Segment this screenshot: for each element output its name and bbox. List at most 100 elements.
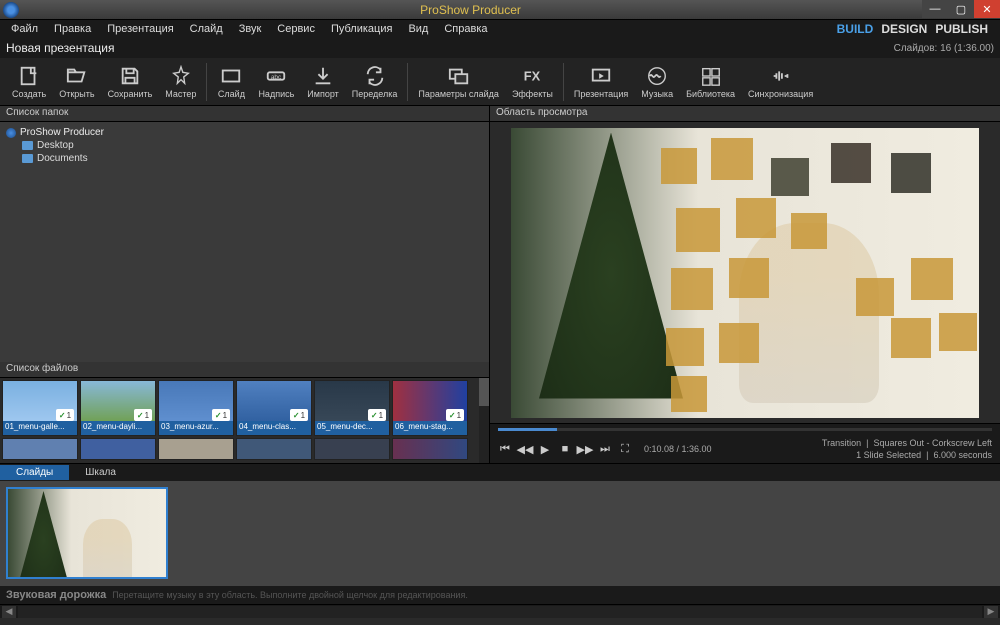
menu-service[interactable]: Сервис <box>270 22 322 36</box>
file-thumb[interactable]: ✓106_menu-stag... <box>392 380 468 436</box>
audio-track-hint: Перетащите музыку в эту область. Выполни… <box>112 590 468 600</box>
tree-root[interactable]: ProShow Producer <box>6 126 483 139</box>
audio-track-label: Звуковая дорожка <box>6 589 106 601</box>
tool-show[interactable]: Презентация <box>568 63 634 101</box>
tool-wizard[interactable]: Мастер <box>159 63 202 101</box>
toolbar-separator <box>563 63 564 101</box>
show-icon <box>590 65 612 87</box>
menu-slide[interactable]: Слайд <box>183 22 230 36</box>
file-thumb[interactable]: ✓101_menu-galle... <box>2 380 78 436</box>
folder-tree[interactable]: ProShow Producer Desktop Documents <box>0 122 489 362</box>
tab-slides[interactable]: Слайды <box>0 465 69 480</box>
menu-help[interactable]: Справка <box>437 22 494 36</box>
file-thumb[interactable] <box>392 438 468 460</box>
menu-view[interactable]: Вид <box>401 22 435 36</box>
tool-slide[interactable]: Слайд <box>211 63 251 101</box>
skip-end-button[interactable]: ⏭ <box>598 442 612 456</box>
open-icon <box>66 65 88 87</box>
mode-design-tab[interactable]: DESIGN <box>881 22 927 36</box>
prev-button[interactable]: ◀◀ <box>518 442 532 456</box>
tool-music[interactable]: Музыка <box>635 63 679 101</box>
slide-timeline[interactable] <box>0 481 1000 586</box>
left-column: Список папок ProShow Producer Desktop Do… <box>0 106 490 463</box>
titlebar: ProShow Producer — ▢ ✕ <box>0 0 1000 20</box>
menu-edit[interactable]: Правка <box>47 22 98 36</box>
preview-area[interactable] <box>490 122 1000 423</box>
file-thumb[interactable]: ✓103_menu-azur... <box>158 380 234 436</box>
tool-open[interactable]: Открыть <box>53 63 100 101</box>
fullscreen-button[interactable]: ⛶ <box>618 442 632 456</box>
slide-thumbnail[interactable] <box>6 487 168 579</box>
maximize-button[interactable]: ▢ <box>948 0 974 18</box>
tool-sync[interactable]: Синхронизация <box>742 63 819 101</box>
presentation-title: Новая презентация <box>6 41 114 55</box>
svg-text:FX: FX <box>524 68 541 83</box>
file-list[interactable]: ✓101_menu-galle... ✓102_menu-dayli... ✓1… <box>0 378 489 463</box>
app-icon <box>3 2 19 18</box>
tool-media[interactable]: Библиотека <box>680 63 741 101</box>
play-button[interactable]: ▶ <box>538 442 552 456</box>
files-header: Список файлов <box>0 362 489 378</box>
close-button[interactable]: ✕ <box>974 0 1000 18</box>
file-thumb[interactable] <box>236 438 312 460</box>
menu-publish[interactable]: Публикация <box>324 22 399 36</box>
tool-remix[interactable]: Переделка <box>346 63 404 101</box>
tab-scale[interactable]: Шкала <box>69 465 132 480</box>
fx-icon: FX <box>521 65 543 87</box>
menu-file[interactable]: Файл <box>4 22 45 36</box>
folder-icon <box>22 154 33 163</box>
file-thumb[interactable]: ✓104_menu-clas... <box>236 380 312 436</box>
file-thumb[interactable] <box>2 438 78 460</box>
bottom-tabs: Слайды Шкала <box>0 463 1000 481</box>
mode-publish-tab[interactable]: PUBLISH <box>935 22 988 36</box>
preview-seekbar[interactable] <box>498 428 992 431</box>
time-display: 0:10.08 / 1:36.00 <box>644 444 712 454</box>
file-thumb[interactable] <box>80 438 156 460</box>
main-toolbar: Создать Открыть Сохранить Мастер Слайд a… <box>0 58 1000 106</box>
save-icon <box>119 65 141 87</box>
next-button[interactable]: ▶▶ <box>578 442 592 456</box>
app-folder-icon <box>6 128 16 138</box>
tool-import[interactable]: Импорт <box>301 63 344 101</box>
tool-new[interactable]: Создать <box>6 63 52 101</box>
tool-effects[interactable]: FX Эффекты <box>506 63 559 101</box>
mode-build-tab[interactable]: BUILD <box>837 22 874 36</box>
window-controls: — ▢ ✕ <box>922 1 1000 18</box>
preview-header: Область просмотра <box>490 106 1000 122</box>
wizard-icon <box>170 65 192 87</box>
svg-text:abc: abc <box>271 73 282 80</box>
remix-icon <box>364 65 386 87</box>
transition-info: Transition | Squares Out - Corkscrew Lef… <box>822 437 992 461</box>
new-icon <box>18 65 40 87</box>
tool-caption[interactable]: abc Надпись <box>252 63 300 101</box>
tree-item-documents[interactable]: Documents <box>6 152 483 165</box>
caption-icon: abc <box>265 65 287 87</box>
media-icon <box>700 65 722 87</box>
main-area: Список папок ProShow Producer Desktop Do… <box>0 106 1000 463</box>
stop-button[interactable]: ■ <box>558 442 572 456</box>
slides-info: Слайдов: 16 (1:36.00) <box>894 43 994 54</box>
tree-item-desktop[interactable]: Desktop <box>6 139 483 152</box>
audio-track[interactable]: Звуковая дорожка Перетащите музыку в эту… <box>0 586 1000 604</box>
menu-presentation[interactable]: Презентация <box>100 22 180 36</box>
file-scrollbar[interactable] <box>479 378 489 463</box>
scroll-left-button[interactable]: ◀ <box>2 606 16 618</box>
folder-icon <box>22 141 33 150</box>
header-row: Новая презентация Слайдов: 16 (1:36.00) <box>0 38 1000 58</box>
timeline-scrollbar: ◀ ▶ <box>0 604 1000 618</box>
minimize-button[interactable]: — <box>922 0 948 18</box>
music-icon <box>646 65 668 87</box>
file-thumb[interactable] <box>314 438 390 460</box>
tool-save[interactable]: Сохранить <box>102 63 159 101</box>
import-icon <box>312 65 334 87</box>
toolbar-separator <box>407 63 408 101</box>
scroll-track[interactable] <box>18 606 982 618</box>
menu-sound[interactable]: Звук <box>232 22 269 36</box>
scroll-right-button[interactable]: ▶ <box>984 606 998 618</box>
slide-icon <box>220 65 242 87</box>
tool-slide-options[interactable]: Параметры слайда <box>412 63 505 101</box>
file-thumb[interactable] <box>158 438 234 460</box>
skip-start-button[interactable]: ⏮ <box>498 442 512 456</box>
file-thumb[interactable]: ✓102_menu-dayli... <box>80 380 156 436</box>
file-thumb[interactable]: ✓105_menu-dec... <box>314 380 390 436</box>
